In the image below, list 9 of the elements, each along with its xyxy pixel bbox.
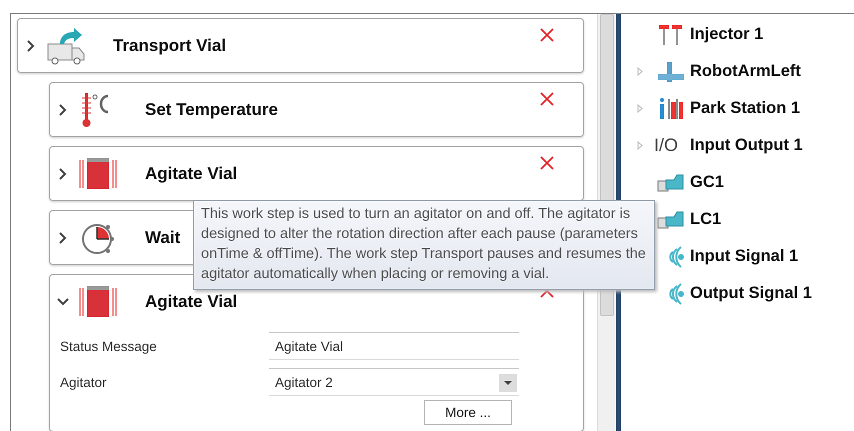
tooltip: This work step is used to turn an agitator on and off. The agitator is designed to alter the rotation direction after each pause (parameters onTime & offTime). The work step Transport pauses and resumes the agitator automatically when placing or removing a vial. [193, 200, 655, 290]
step-title: Wait [145, 228, 180, 248]
step-title: Transport Vial [113, 36, 226, 56]
io-icon: I/O [654, 135, 678, 156]
field-label: Status Message [60, 338, 158, 354]
step-title: Set Temperature [145, 100, 278, 120]
step-title: Agitate Vial [145, 292, 238, 312]
field-label: Agitator [60, 374, 108, 390]
step-title: Agitate Vial [145, 164, 238, 184]
